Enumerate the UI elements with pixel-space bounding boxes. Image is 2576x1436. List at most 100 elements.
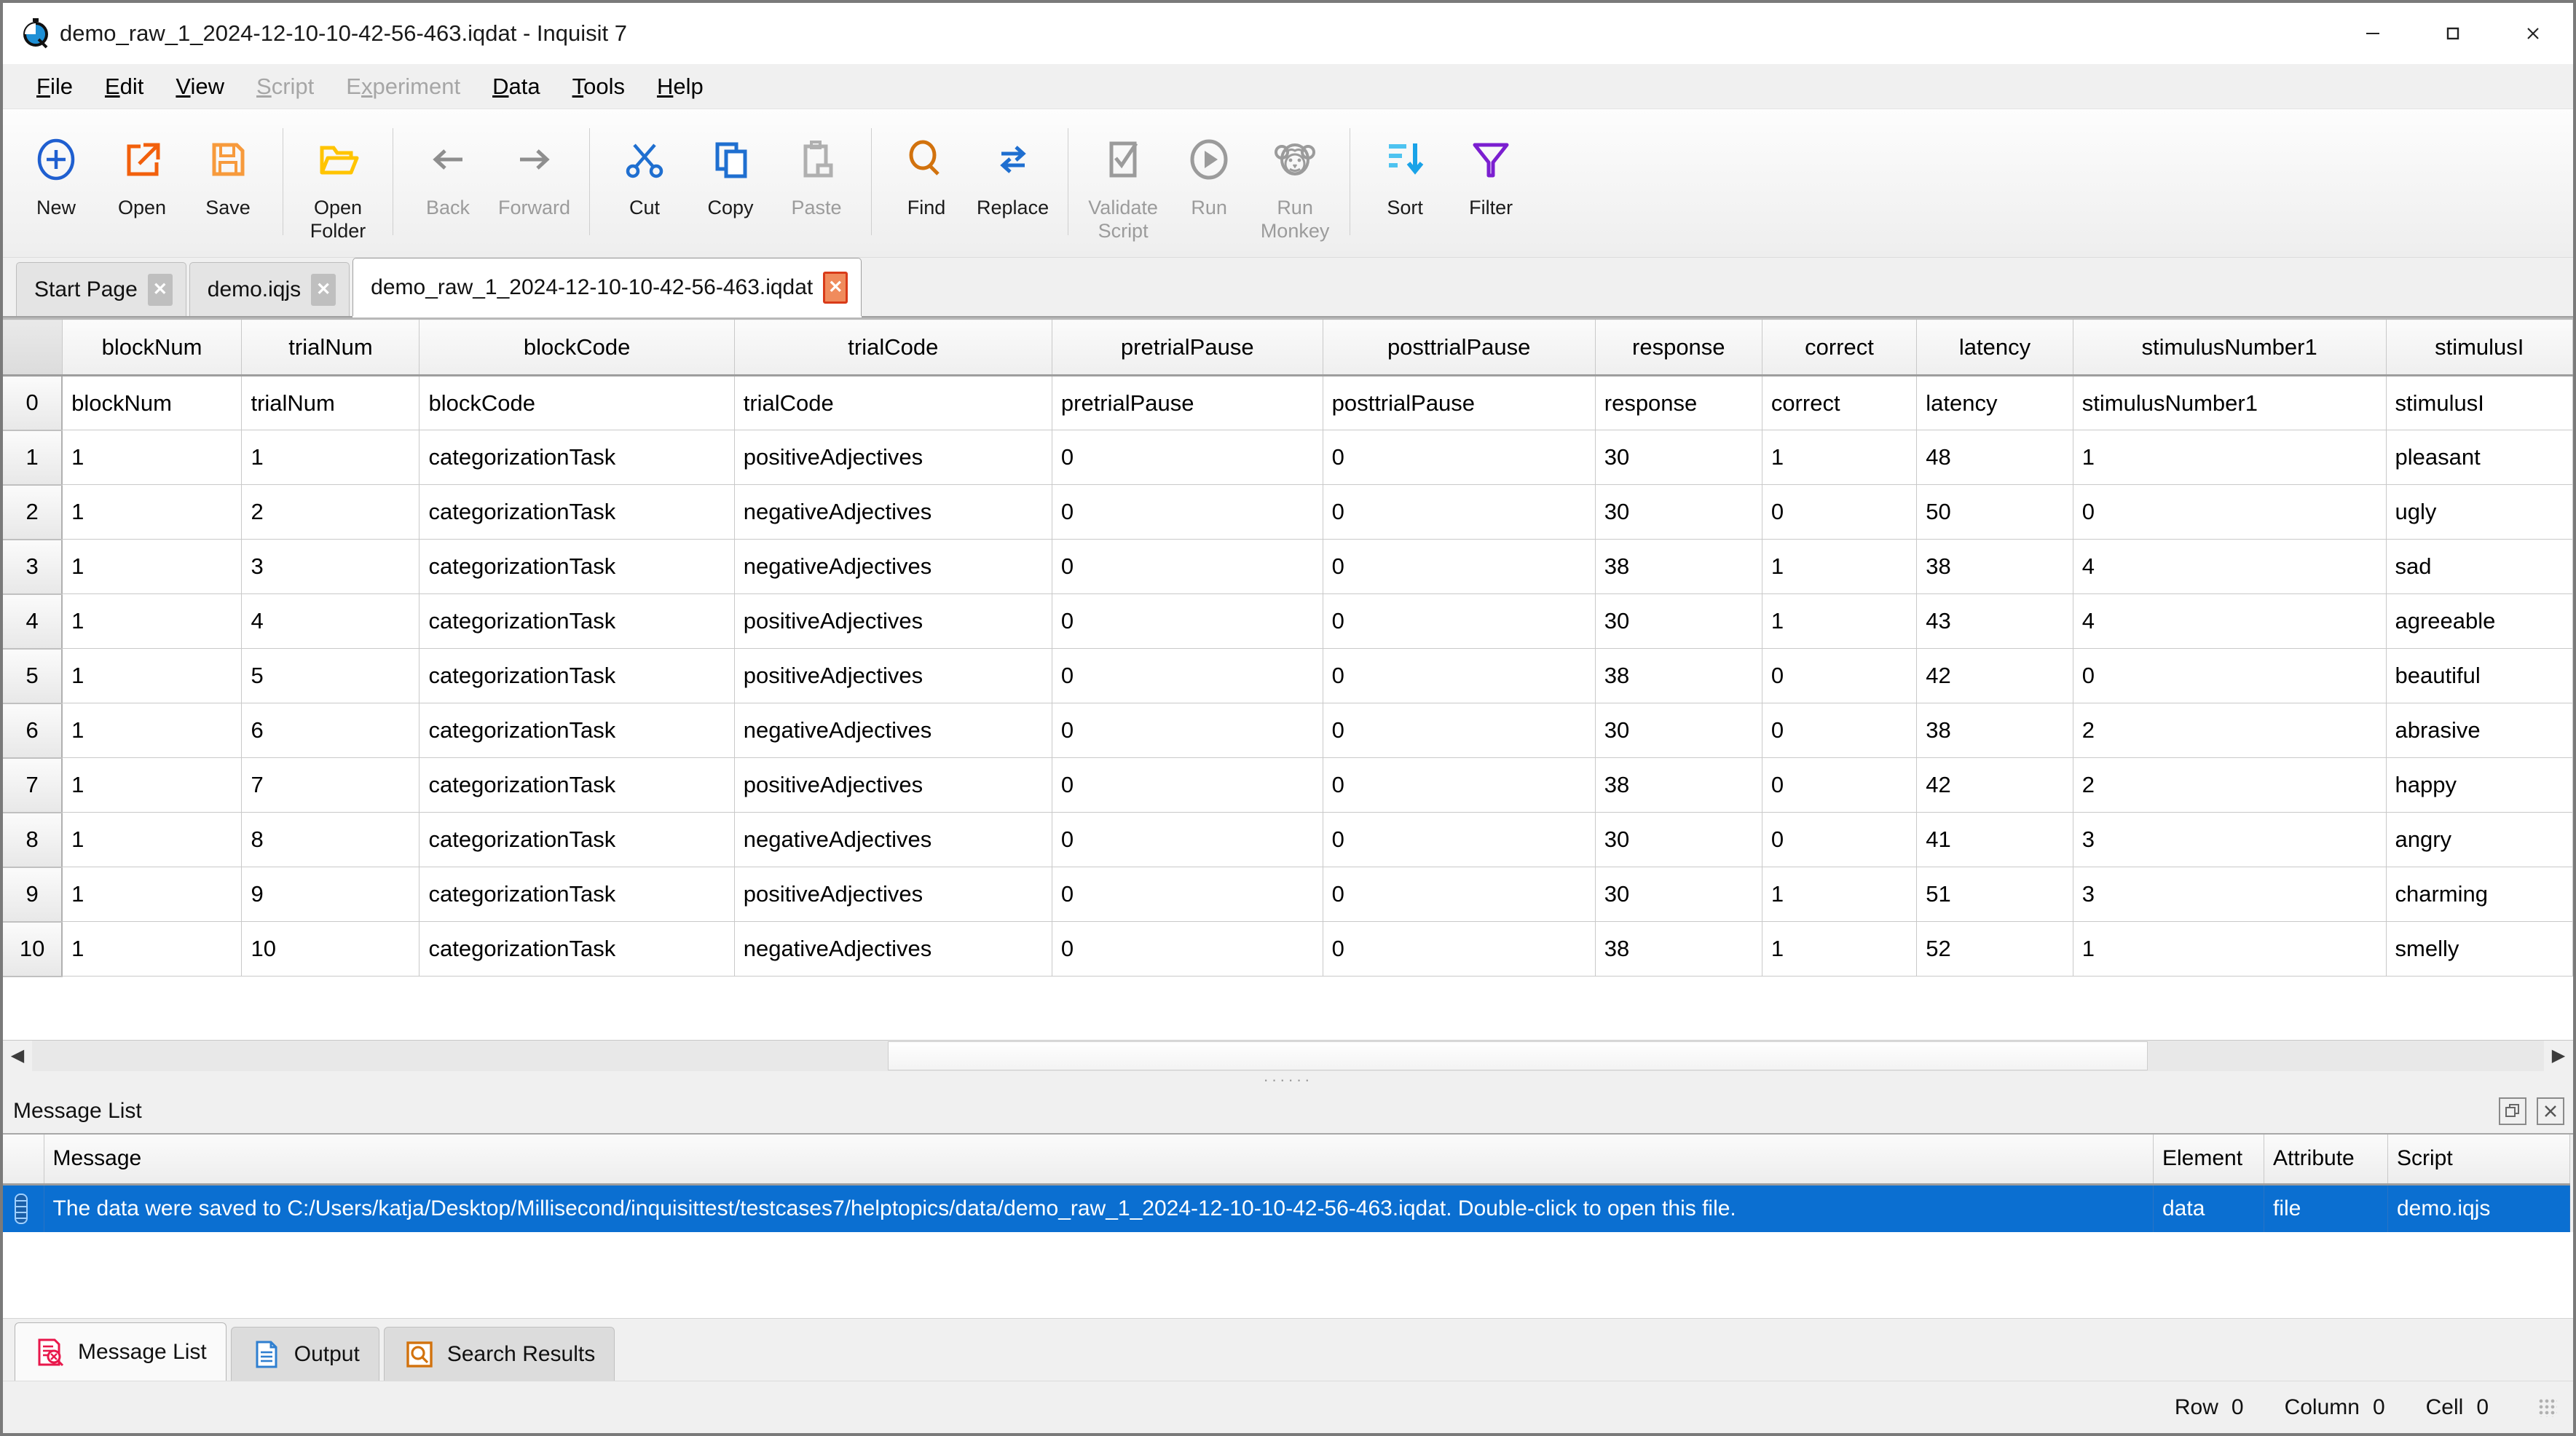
grid-cell[interactable]: positiveAdjectives bbox=[734, 593, 1052, 649]
grid-cell[interactable]: trialNum bbox=[241, 375, 420, 430]
table-row[interactable]: 8 1 8 categorizationTask negativeAdjectives 0… bbox=[3, 812, 2573, 868]
element-column-header[interactable]: Element bbox=[2153, 1135, 2264, 1186]
grid-cell[interactable]: 2 bbox=[2073, 703, 2387, 758]
grid-cell[interactable]: 1 bbox=[1762, 593, 1918, 649]
table-row[interactable]: 4 1 4 categorizationTask positiveAdjectives 0… bbox=[3, 593, 2573, 650]
grid-cell[interactable]: positiveAdjectives bbox=[734, 867, 1052, 922]
table-row[interactable]: 3 1 3 categorizationTask negativeAdjectives 0… bbox=[3, 539, 2573, 595]
grid-cell[interactable]: 4 bbox=[2073, 593, 2387, 649]
grid-cell[interactable]: categorizationTask bbox=[419, 703, 735, 758]
grid-cell[interactable]: negativeAdjectives bbox=[734, 703, 1052, 758]
grid-cell[interactable]: 0 bbox=[1323, 430, 1596, 485]
grid-cell[interactable]: categorizationTask bbox=[419, 430, 735, 485]
grid-cell[interactable]: 0 bbox=[1762, 703, 1918, 758]
grid-cell[interactable]: 30 bbox=[1595, 430, 1762, 485]
bottom-tab-search-results[interactable]: Search Results bbox=[383, 1327, 615, 1381]
grid-cell[interactable]: 3 bbox=[2073, 867, 2387, 922]
panel-splitter[interactable]: ······ bbox=[3, 1070, 2573, 1089]
grid-cell[interactable]: 0 bbox=[1052, 812, 1323, 867]
grid-cell[interactable]: 0 bbox=[1762, 484, 1918, 540]
grid-cell[interactable]: 48 bbox=[1916, 430, 2073, 485]
grid-cell[interactable]: 3 bbox=[241, 539, 420, 594]
grid-cell[interactable]: 0 bbox=[2073, 484, 2387, 540]
grid-cell[interactable]: 42 bbox=[1916, 757, 2073, 813]
grid-cell[interactable]: categorizationTask bbox=[419, 484, 735, 540]
message-column-header[interactable]: Message bbox=[44, 1135, 2154, 1186]
toolbar-sort-button[interactable]: Sort bbox=[1362, 122, 1448, 220]
grid-cell[interactable]: 4 bbox=[2073, 539, 2387, 594]
grid-cell[interactable]: 0 bbox=[1323, 757, 1596, 813]
grid-cell[interactable]: categorizationTask bbox=[419, 757, 735, 813]
table-row[interactable]: 10 1 10 categorizationTask negativeAdjective… bbox=[3, 921, 2573, 977]
grid-cell[interactable]: pretrialPause bbox=[1052, 375, 1323, 430]
grid-cell[interactable]: 50 bbox=[1916, 484, 2073, 540]
grid-cell[interactable]: categorizationTask bbox=[419, 648, 735, 703]
row-header-cell[interactable]: 1 bbox=[3, 430, 63, 486]
grid-cell[interactable]: 1 bbox=[62, 484, 243, 540]
grid-cell[interactable]: 0 bbox=[1323, 593, 1596, 649]
toolbar-new-button[interactable]: New bbox=[13, 122, 99, 220]
grid-cell[interactable]: 0 bbox=[1052, 539, 1323, 594]
grid-cell[interactable]: 0 bbox=[1323, 703, 1596, 758]
grid-cell[interactable]: 2 bbox=[2073, 757, 2387, 813]
toolbar-copy-button[interactable]: Copy bbox=[688, 122, 773, 220]
row-header-cell[interactable]: 8 bbox=[3, 812, 63, 868]
row-header-cell[interactable]: 4 bbox=[3, 593, 63, 650]
grid-cell[interactable]: 1 bbox=[62, 539, 243, 594]
grid-cell[interactable]: categorizationTask bbox=[419, 593, 735, 649]
row-header-cell[interactable]: 10 bbox=[3, 921, 63, 977]
grid-cell[interactable]: 30 bbox=[1595, 812, 1762, 867]
grid-cell[interactable]: 0 bbox=[1052, 593, 1323, 649]
grid-cell[interactable]: blockCode bbox=[419, 375, 735, 430]
grid-cell[interactable]: 10 bbox=[241, 921, 420, 977]
grid-horizontal-scrollbar[interactable]: ◀ ▶ bbox=[3, 1040, 2573, 1071]
grid-cell[interactable]: agreeable bbox=[2386, 593, 2573, 649]
col-header-trialCode[interactable]: trialCode bbox=[734, 317, 1052, 376]
grid-cell[interactable]: 41 bbox=[1916, 812, 2073, 867]
grid-cell[interactable]: categorizationTask bbox=[419, 812, 735, 867]
grid-cell[interactable]: stimulusI bbox=[2386, 375, 2573, 430]
grid-cell[interactable]: 0 bbox=[1052, 867, 1323, 922]
grid-cell[interactable]: 0 bbox=[1323, 539, 1596, 594]
doc-tab-close-icon[interactable]: ✕ bbox=[311, 273, 336, 306]
grid-cell[interactable]: 1 bbox=[1762, 539, 1918, 594]
toolbar-replace-button[interactable]: Replace bbox=[969, 122, 1056, 220]
menu-file[interactable]: File bbox=[20, 69, 89, 104]
grid-cell[interactable]: response bbox=[1595, 375, 1762, 430]
grid-cell[interactable]: 6 bbox=[241, 703, 420, 758]
grid-cell[interactable]: positiveAdjectives bbox=[734, 648, 1052, 703]
grid-cell[interactable]: blockNum bbox=[62, 375, 243, 430]
grid-cell[interactable]: 1 bbox=[62, 430, 243, 485]
grid-cell[interactable]: posttrialPause bbox=[1323, 375, 1596, 430]
doc-tab-close-icon[interactable]: ✕ bbox=[147, 273, 173, 306]
toolbar-open-folder-button[interactable]: Open Folder bbox=[295, 122, 381, 243]
grid-cell[interactable]: 8 bbox=[241, 812, 420, 867]
grid-cell[interactable]: 2 bbox=[241, 484, 420, 540]
grid-cell[interactable]: 1 bbox=[2073, 921, 2387, 977]
col-header-latency[interactable]: latency bbox=[1916, 317, 2073, 376]
grid-cell[interactable]: categorizationTask bbox=[419, 539, 735, 594]
grid-cell[interactable]: 0 bbox=[1323, 648, 1596, 703]
table-row[interactable]: 9 1 9 categorizationTask positiveAdjectives 0… bbox=[3, 867, 2573, 923]
grid-cell[interactable]: 1 bbox=[1762, 867, 1918, 922]
grid-cell[interactable]: smelly bbox=[2386, 921, 2573, 977]
col-header-posttrialPause[interactable]: posttrialPause bbox=[1323, 317, 1596, 376]
grid-cell[interactable]: 51 bbox=[1916, 867, 2073, 922]
grid-cell[interactable]: 1 bbox=[62, 593, 243, 649]
table-row[interactable]: 2 1 2 categorizationTask negativeAdjectives 0… bbox=[3, 484, 2573, 540]
grid-cell[interactable]: correct bbox=[1762, 375, 1918, 430]
scroll-right-arrow-icon[interactable]: ▶ bbox=[2544, 1040, 2573, 1071]
col-header-blockNum[interactable]: blockNum bbox=[62, 317, 243, 376]
grid-cell[interactable]: 1 bbox=[62, 921, 243, 977]
menu-tools[interactable]: Tools bbox=[556, 69, 641, 104]
grid-cell[interactable]: 0 bbox=[1052, 921, 1323, 977]
grid-cell[interactable]: 1 bbox=[241, 430, 420, 485]
col-header-response[interactable]: response bbox=[1595, 317, 1762, 376]
grid-cell[interactable]: 38 bbox=[1595, 648, 1762, 703]
grid-cell[interactable]: 1 bbox=[1762, 430, 1918, 485]
grid-cell[interactable]: 42 bbox=[1916, 648, 2073, 703]
col-header-stimulusItem1[interactable]: stimulusI bbox=[2386, 317, 2573, 376]
grid-cell[interactable]: ugly bbox=[2386, 484, 2573, 540]
maximize-button[interactable] bbox=[2413, 3, 2493, 64]
col-header-stimulusNumber1[interactable]: stimulusNumber1 bbox=[2073, 317, 2387, 376]
